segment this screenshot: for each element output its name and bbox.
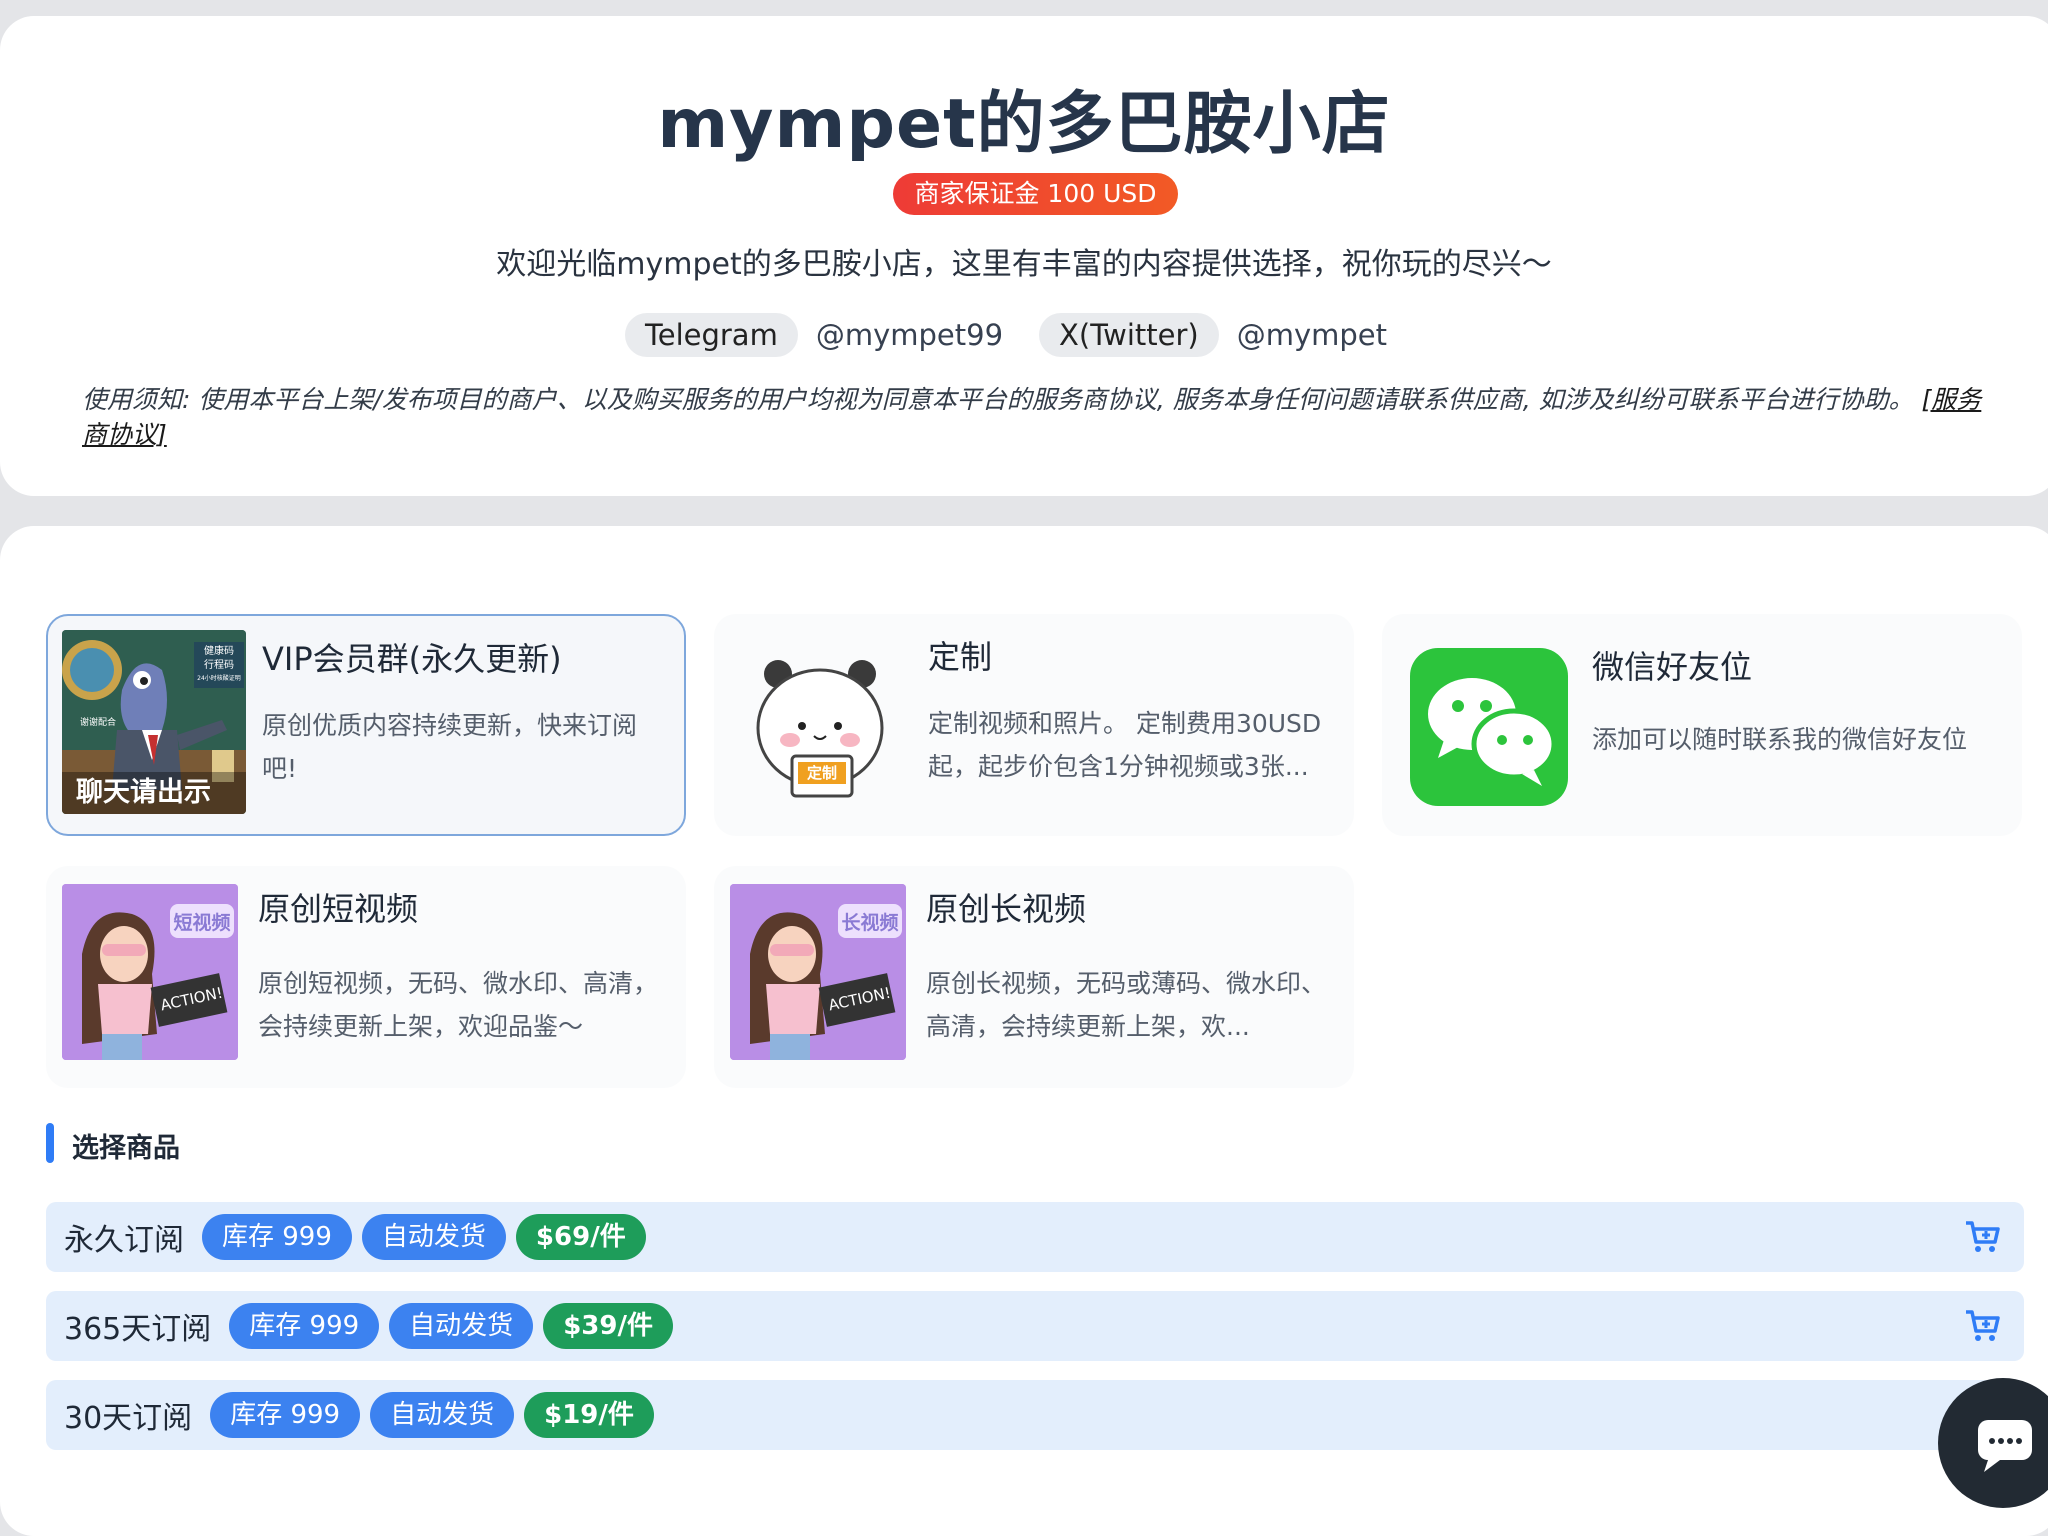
auto-delivery-badge: 自动发货 [389, 1303, 534, 1349]
product-card-short-video[interactable]: 短视频 ACTION! 原创短视频 原创短视频，无码、微水印、高清，会持续更新上… [46, 866, 686, 1088]
product-card-custom[interactable]: 定制 定制 定制视频和照片。 定制费用30USD起，起步价包含1分钟视频或3张.… [714, 614, 1354, 836]
stock-badge: 库存 999 [202, 1214, 352, 1260]
custom-sign-text: 定制 [806, 764, 837, 782]
chat-bubble-icon [1978, 1420, 2032, 1472]
twitter-handle[interactable]: @mympet [1237, 318, 1387, 352]
add-to-cart-icon[interactable] [1964, 1218, 2002, 1256]
sku-name: 永久订阅 [64, 1223, 184, 1258]
vip-thumbnail: 健康码 行程码 24小时核酸证明 谢谢配合 聊天请出示 [62, 630, 246, 814]
svg-text:行程码: 行程码 [204, 658, 234, 671]
vip-thumbnail-caption: 聊天请出示 [62, 772, 246, 814]
telegram-chip[interactable]: Telegram [624, 313, 798, 357]
add-to-cart-icon[interactable] [1964, 1307, 2002, 1345]
deposit-badge: 商家保证金 100 USD [893, 173, 1178, 215]
sku-name: 365天订阅 [64, 1312, 212, 1347]
wechat-thumbnail [1410, 648, 1568, 806]
stock-badge: 库存 999 [210, 1392, 361, 1438]
section-accent-bar [46, 1123, 54, 1163]
usage-notice: 使用须知: 使用本平台上架/发布项目的商户、以及购买服务的用户均视为同意本平台的… [82, 382, 1982, 452]
stock-badge: 库存 999 [229, 1303, 380, 1349]
product-card-wechat[interactable]: 微信好友位 添加可以随时联系我的微信好友位 [1382, 614, 2022, 836]
telegram-handle[interactable]: @mympet99 [816, 318, 1003, 352]
sku-row[interactable]: 365天订阅 库存 999 自动发货 $39/件 [46, 1291, 2024, 1361]
welcome-message: 欢迎光临mympet的多巴胺小店，这里有丰富的内容提供选择，祝你玩的尽兴～ [496, 247, 1552, 282]
product-description: 原创优质内容持续更新，快来订阅吧! [262, 711, 638, 783]
sku-row[interactable]: 永久订阅 库存 999 自动发货 $69/件 [46, 1202, 2024, 1272]
long-video-thumbnail: 长视频 ACTION! [730, 884, 906, 1060]
usage-notice-text: 使用须知: 使用本平台上架/发布项目的商户、以及购买服务的用户均视为同意本平台的… [82, 385, 1914, 414]
svg-text:谢谢配合: 谢谢配合 [80, 716, 116, 728]
shop-header-card: mympet的多巴胺小店 商家保证金 100 USD 欢迎光临mympet的多巴… [0, 16, 2048, 496]
product-name: 定制 [928, 638, 993, 676]
short-video-thumbnail: 短视频 ACTION! [62, 884, 238, 1060]
short-video-tag: 短视频 [173, 912, 231, 934]
price-badge: $69/件 [515, 1214, 646, 1260]
product-card-long-video[interactable]: 长视频 ACTION! 原创长视频 原创长视频，无码或薄码、微水印、高清，会持续… [714, 866, 1354, 1088]
product-name: VIP会员群(永久更新) [262, 640, 562, 678]
product-card-vip[interactable]: 健康码 行程码 24小时核酸证明 谢谢配合 聊天请出示 VIP会员群(永久更新)… [46, 614, 686, 836]
svg-text:健康码: 健康码 [204, 644, 234, 657]
section-title: 选择商品 [72, 1133, 180, 1164]
product-description: 添加可以随时联系我的微信好友位 [1592, 725, 1968, 754]
social-links: Telegram @mympet99 X(Twitter) @mympet [0, 312, 2048, 358]
product-name: 微信好友位 [1592, 648, 1753, 686]
price-badge: $39/件 [543, 1303, 673, 1349]
shop-title: mympet的多巴胺小店 [657, 85, 1391, 164]
long-video-tag: 长视频 [841, 912, 899, 934]
product-name: 原创短视频 [258, 890, 419, 928]
sku-row[interactable]: 30天订阅 库存 999 自动发货 $19/件 [46, 1380, 2024, 1450]
auto-delivery-badge: 自动发货 [370, 1392, 515, 1438]
product-description: 定制视频和照片。 定制费用30USD起，起步价包含1分钟视频或3张... [928, 709, 1322, 781]
auto-delivery-badge: 自动发货 [361, 1214, 506, 1260]
price-badge: $19/件 [524, 1392, 654, 1438]
product-description: 原创长视频，无码或薄码、微水印、高清，会持续更新上架，欢... [926, 969, 1327, 1041]
wechat-icon [1428, 678, 1557, 786]
svg-text:24小时核酸证明: 24小时核酸证明 [197, 674, 241, 682]
twitter-chip[interactable]: X(Twitter) [1039, 313, 1219, 357]
product-description: 原创短视频，无码、微水印、高清，会持续更新上架，欢迎品鉴～ [258, 969, 659, 1041]
custom-thumbnail: 定制 [728, 628, 912, 812]
product-name: 原创长视频 [926, 890, 1087, 928]
chat-button[interactable] [1938, 1378, 2048, 1508]
panda-bear-icon [756, 660, 884, 798]
sku-name: 30天订阅 [64, 1401, 193, 1436]
